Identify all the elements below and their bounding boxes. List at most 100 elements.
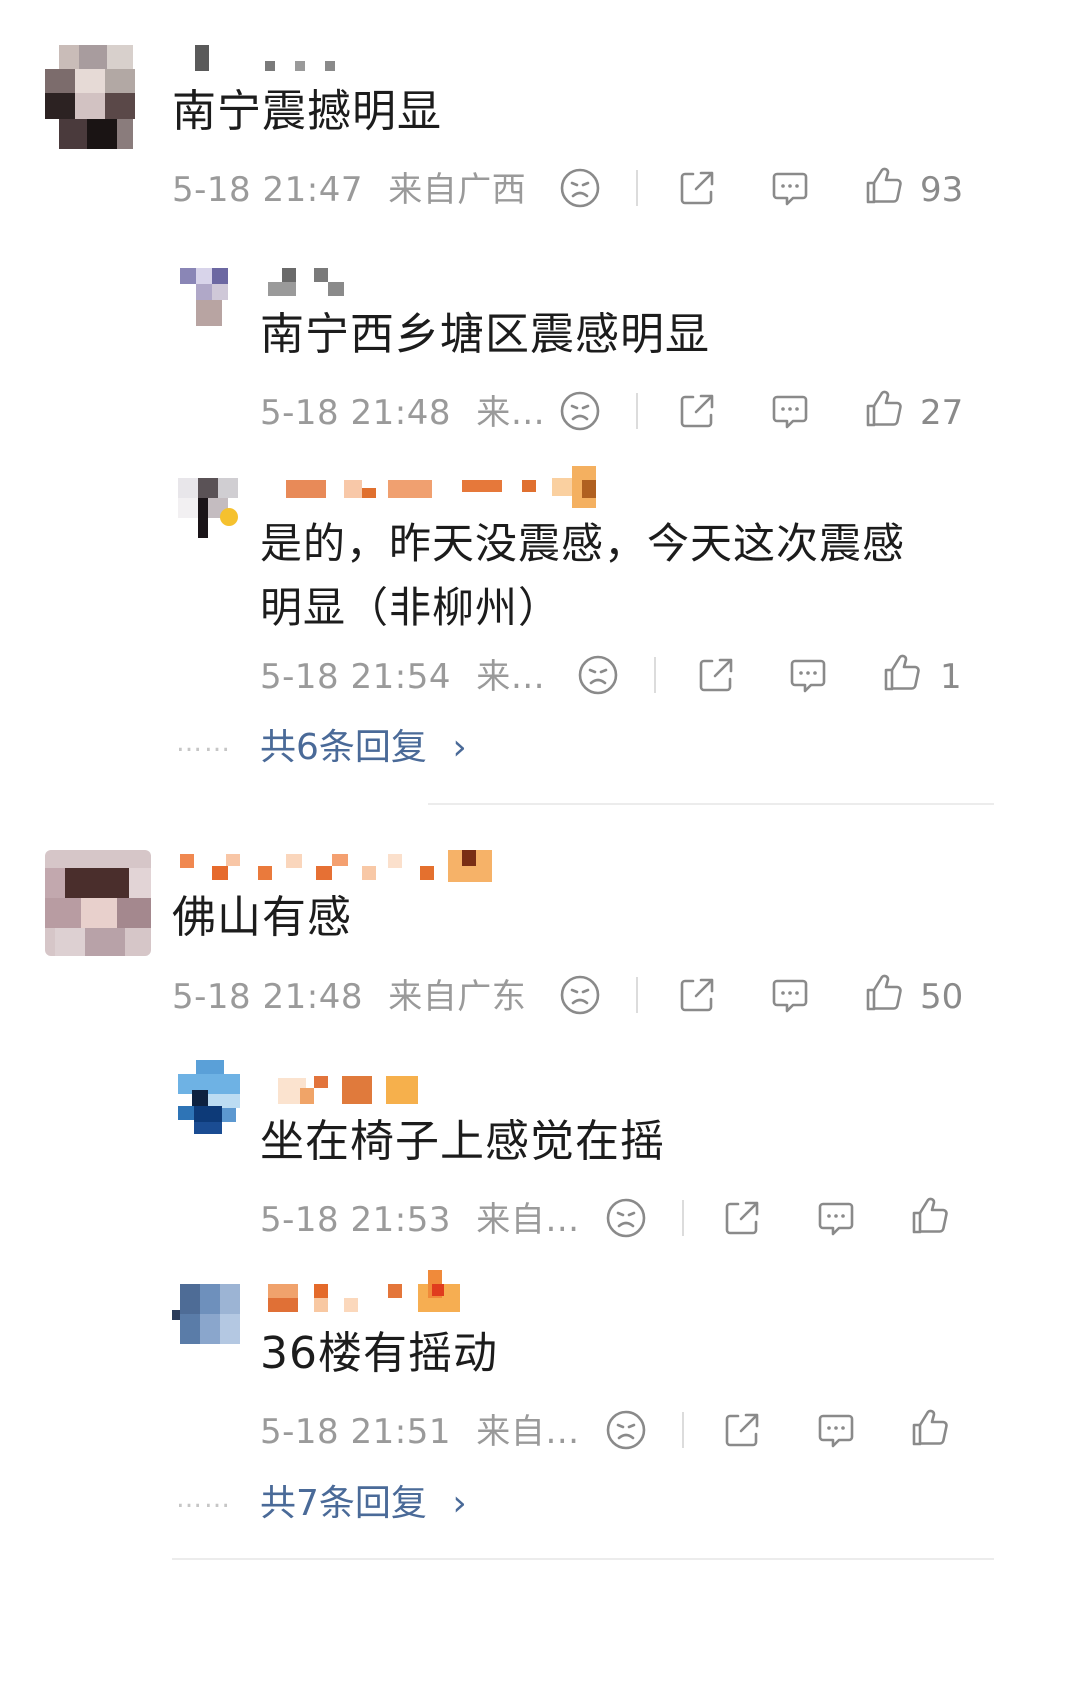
avatar-pixel [220,1284,240,1314]
avatar-pixel [45,69,75,93]
comment-text: 佛山有感 [172,892,352,943]
name-pixel [328,282,344,296]
action-divider [654,657,656,693]
like-count: 1 [940,657,962,697]
reply-location: 来… [476,393,546,433]
reply-avatar[interactable] [178,478,240,540]
dislike-icon[interactable] [558,389,602,433]
avatar-pixel [75,93,105,119]
avatar-pixel [178,1106,194,1120]
comment-meta: 5-18 21:47 来自广西 [172,170,526,210]
comment-icon[interactable] [768,389,812,433]
more-replies-dots: …… [176,728,232,758]
avatar-pixel [180,284,196,300]
name-pixel [268,1298,298,1312]
action-divider [636,170,638,206]
avatar-pixel [45,868,65,898]
like-icon[interactable] [862,971,906,1015]
avatar-pixel [117,898,151,928]
avatar-pixel [178,478,198,498]
like-icon[interactable] [908,1194,952,1238]
reply-location: 来… [476,657,546,697]
dislike-icon[interactable] [558,973,602,1017]
comment-icon[interactable] [768,973,812,1017]
comment-icon[interactable] [814,1196,858,1240]
reply-avatar[interactable] [180,268,228,330]
name-pixel [388,854,402,868]
avatar-pixel [222,1108,236,1122]
reply-avatar[interactable] [172,1284,240,1344]
share-icon[interactable] [720,1408,764,1452]
share-icon[interactable] [720,1196,764,1240]
name-pixel [212,866,228,880]
share-icon[interactable] [675,973,719,1017]
name-pixel [226,854,240,866]
name-pixel [582,480,596,498]
comment-icon[interactable] [768,166,812,210]
comment-icon[interactable] [814,1408,858,1452]
avatar-pixel [172,1310,180,1320]
comment-location: 来自广西 [388,170,527,210]
reply-meta: 5-18 21:54 来… [260,657,545,697]
avatar[interactable] [45,45,137,149]
like-icon[interactable] [862,387,906,431]
avatar-pixel [180,268,196,284]
avatar-pixel [85,928,125,956]
name-pixel [286,854,302,868]
name-pixel [344,1298,358,1312]
like-count: 50 [920,977,964,1017]
reply-time: 5-18 21:48 [260,393,451,433]
dislike-icon[interactable] [604,1196,648,1240]
comment-icon[interactable] [786,653,830,697]
reply-text: 是的，昨天没震感，今天这次震感明显（非柳州） [260,519,906,632]
action-divider [682,1200,684,1236]
dislike-icon[interactable] [604,1408,648,1452]
avatar-pixel [105,69,135,93]
dislike-icon[interactable] [558,166,602,210]
dislike-icon[interactable] [576,653,620,697]
more-replies-link[interactable]: 共7条回复 › [260,1482,467,1526]
avatar-pixel [192,1090,208,1106]
more-replies-label: 共6条回复 [260,727,427,768]
avatar-pixel [55,928,85,956]
reply-username-blurred[interactable] [280,466,620,508]
name-pixel [180,854,194,868]
reply-username-blurred[interactable] [268,1270,468,1316]
more-replies-link[interactable]: 共6条回复 › [260,726,467,770]
reply-text: 坐在椅子上感觉在摇 [260,1116,665,1167]
name-pixel [462,850,476,866]
name-pixel [314,1284,328,1298]
avatar-pixel [196,1060,224,1074]
reply-username-blurred[interactable] [272,1068,422,1104]
avatar-pixel [117,119,133,149]
name-pixel [295,61,305,71]
avatar-pixel [196,300,222,326]
avatar-pixel [87,119,117,149]
avatar-pixel [196,268,212,284]
avatar-pixel [212,268,228,284]
username-blurred[interactable] [195,45,355,71]
reply-avatar[interactable] [178,1060,240,1134]
name-pixel [432,1284,444,1296]
avatar-pixel [198,478,218,498]
avatar-pixel [220,508,238,526]
reply-meta: 5-18 21:48 来… [260,393,545,433]
reply-meta: 5-18 21:53 来自… [260,1200,580,1240]
action-divider [682,1412,684,1448]
reply-username-blurred[interactable] [268,268,348,296]
avatar[interactable] [45,850,151,956]
name-pixel [362,866,376,880]
name-pixel [420,866,434,880]
name-pixel [388,1284,402,1298]
avatar-pixel [178,1074,240,1094]
like-icon[interactable] [880,651,924,695]
like-icon[interactable] [908,1406,952,1450]
like-icon[interactable] [862,164,906,208]
username-blurred[interactable] [176,850,496,884]
share-icon[interactable] [675,166,719,210]
share-icon[interactable] [675,389,719,433]
reply-location: 来自… [476,1412,580,1452]
share-icon[interactable] [694,653,738,697]
action-divider [636,977,638,1013]
name-pixel [314,1076,328,1088]
